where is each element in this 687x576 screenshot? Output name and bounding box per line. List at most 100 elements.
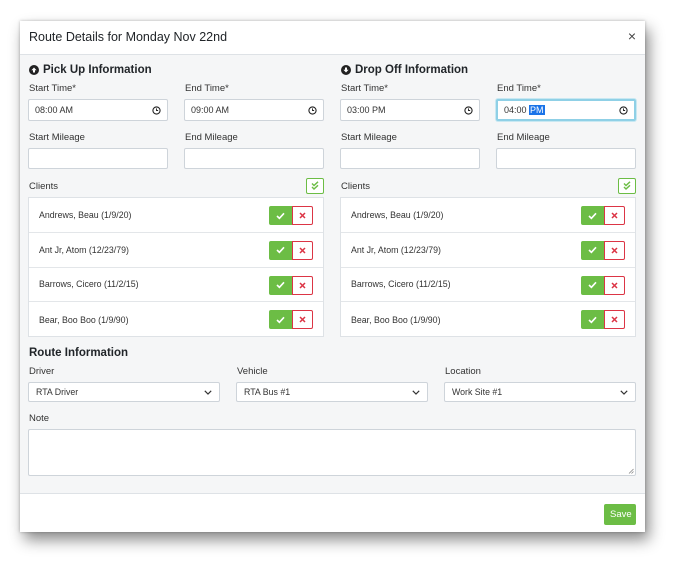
arrow-circle-up-icon <box>29 65 39 75</box>
mark-absent-button[interactable] <box>604 310 625 330</box>
vehicle-select[interactable]: RTA Bus #1 <box>236 382 428 402</box>
x-icon <box>299 247 306 254</box>
client-row: Barrows, Cicero (11/2/15) <box>341 268 635 303</box>
dropoff-check-all-button[interactable] <box>618 178 636 194</box>
dropoff-start-time-label: Start Time* <box>341 83 388 94</box>
driver-label: Driver <box>29 366 55 377</box>
check-icon <box>588 247 597 254</box>
attendance-toggle <box>269 206 313 225</box>
end-time-hours: 04:00 <box>504 105 530 115</box>
end-time-ampm-selected: PM <box>529 105 545 115</box>
x-icon <box>299 212 306 219</box>
client-row: Bear, Boo Boo (1/9/90) <box>29 302 323 337</box>
pickup-title-text: Pick Up Information <box>43 64 152 76</box>
client-row: Barrows, Cicero (11/2/15) <box>29 268 323 303</box>
dropoff-title-text: Drop Off Information <box>355 64 469 76</box>
attendance-toggle <box>269 240 313 260</box>
client-name: Barrows, Cicero (11/2/15) <box>39 279 139 290</box>
chevron-down-icon <box>412 389 420 395</box>
x-icon <box>299 316 306 323</box>
pickup-end-time-value: 09:00 AM <box>191 105 230 115</box>
pickup-end-time-input[interactable]: 09:00 AM <box>184 99 324 121</box>
mark-present-button[interactable] <box>269 310 292 330</box>
location-select[interactable]: Work Site #1 <box>444 382 636 402</box>
pickup-client-list: Andrews, Beau (1/9/20) Ant Jr, Atom (12/… <box>28 197 324 337</box>
dropoff-start-mileage-label: Start Mileage <box>341 132 397 143</box>
pickup-end-mileage-label: End Mileage <box>185 132 238 143</box>
check-icon <box>276 316 285 324</box>
double-check-icon <box>623 181 631 190</box>
save-button[interactable]: Save <box>604 504 636 525</box>
x-icon <box>611 212 618 219</box>
mark-present-button[interactable] <box>581 206 604 225</box>
attendance-toggle <box>581 275 625 295</box>
pickup-clients-label: Clients <box>29 181 59 192</box>
x-icon <box>611 281 618 289</box>
client-row: Ant Jr, Atom (12/23/79) <box>341 233 635 268</box>
x-icon <box>611 247 618 254</box>
mark-absent-button[interactable] <box>604 206 625 225</box>
mark-present-button[interactable] <box>581 275 604 295</box>
modal-header: Route Details for Monday Nov 22nd × <box>20 21 645 55</box>
dropoff-client-list: Andrews, Beau (1/9/20) Ant Jr, Atom (12/… <box>340 197 636 337</box>
mark-present-button[interactable] <box>581 240 604 260</box>
driver-value: RTA Driver <box>36 387 79 397</box>
check-icon <box>588 212 597 219</box>
dropoff-start-mileage-input[interactable] <box>340 148 480 169</box>
mark-absent-button[interactable] <box>604 240 625 260</box>
dropoff-end-mileage-label: End Mileage <box>497 132 550 143</box>
pickup-end-mileage-input[interactable] <box>184 148 324 169</box>
x-icon <box>611 316 618 323</box>
attendance-toggle <box>581 206 625 225</box>
route-section-title: Route Information <box>29 347 129 359</box>
mark-present-button[interactable] <box>581 310 604 330</box>
attendance-toggle <box>269 310 313 330</box>
client-name: Barrows, Cicero (11/2/15) <box>351 279 451 290</box>
client-name: Ant Jr, Atom (12/23/79) <box>351 244 441 255</box>
mark-present-button[interactable] <box>269 240 292 260</box>
clock-icon[interactable] <box>619 105 628 115</box>
driver-select[interactable]: RTA Driver <box>28 382 220 402</box>
clock-icon[interactable] <box>464 105 473 115</box>
mark-present-button[interactable] <box>269 275 292 295</box>
mark-absent-button[interactable] <box>292 240 313 260</box>
client-row: Andrews, Beau (1/9/20) <box>341 198 635 233</box>
mark-present-button[interactable] <box>269 206 292 225</box>
mark-absent-button[interactable] <box>292 310 313 330</box>
dropoff-end-time-input[interactable]: 04:00 PM <box>496 99 636 121</box>
mark-absent-button[interactable] <box>604 275 625 295</box>
client-row: Andrews, Beau (1/9/20) <box>29 198 323 233</box>
pickup-check-all-button[interactable] <box>306 178 324 194</box>
dropoff-end-mileage-input[interactable] <box>496 148 636 169</box>
attendance-toggle <box>269 275 313 295</box>
resize-handle-icon[interactable] <box>628 468 634 474</box>
clock-icon[interactable] <box>308 105 317 115</box>
client-name: Ant Jr, Atom (12/23/79) <box>39 244 129 255</box>
dropoff-end-time-value: 04:00 PM <box>504 105 619 115</box>
arrow-circle-down-icon <box>341 65 351 75</box>
clock-icon[interactable] <box>152 105 161 115</box>
attendance-toggle <box>581 310 625 330</box>
close-button[interactable]: × <box>628 28 636 44</box>
modal-footer: Save <box>20 493 645 532</box>
mark-absent-button[interactable] <box>292 206 313 225</box>
client-name: Bear, Boo Boo (1/9/90) <box>39 314 129 325</box>
route-details-modal: Route Details for Monday Nov 22nd × Pick… <box>20 21 645 532</box>
pickup-start-time-value: 08:00 AM <box>35 105 74 115</box>
check-icon <box>276 281 285 289</box>
dropoff-section-title: Drop Off Information <box>341 64 468 76</box>
note-textarea[interactable] <box>28 429 636 476</box>
x-icon <box>299 281 306 289</box>
dropoff-start-time-input[interactable]: 03:00 PM <box>340 99 480 121</box>
pickup-start-time-input[interactable]: 08:00 AM <box>28 99 168 121</box>
location-label: Location <box>445 366 481 377</box>
mark-absent-button[interactable] <box>292 275 313 295</box>
client-name: Bear, Boo Boo (1/9/90) <box>351 314 441 325</box>
pickup-end-time-label: End Time* <box>185 83 229 94</box>
pickup-start-time-label: Start Time* <box>29 83 76 94</box>
note-label: Note <box>29 413 50 424</box>
attendance-toggle <box>581 240 625 260</box>
modal-title: Route Details for Monday Nov 22nd <box>29 30 228 44</box>
client-row: Bear, Boo Boo (1/9/90) <box>341 302 635 337</box>
pickup-start-mileage-input[interactable] <box>28 148 168 169</box>
